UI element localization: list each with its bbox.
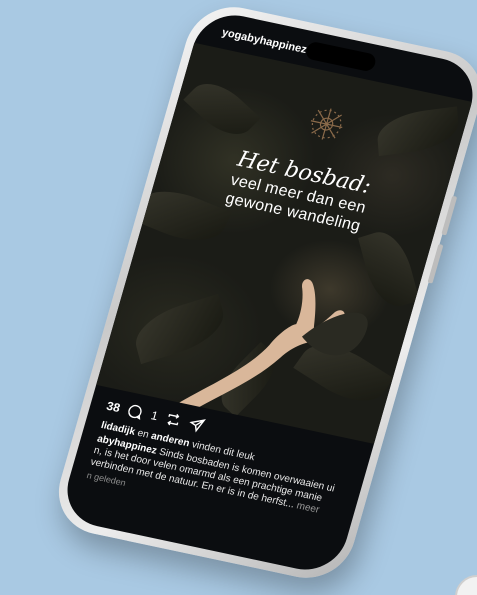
comment-icon[interactable] (126, 402, 146, 421)
liked-by-joiner: en (136, 427, 150, 441)
hand-holding-leaf-image (173, 279, 368, 419)
phone-mockup: yogabyhappinez Het bosbad: veel meer dan… (47, 0, 477, 587)
leaf-shape (375, 106, 460, 157)
repost-icon[interactable] (163, 410, 183, 429)
corner-button[interactable] (455, 575, 477, 595)
brand-logo-icon (310, 108, 343, 140)
post-image[interactable]: Het bosbad: veel meer dan een gewone wan… (96, 42, 473, 444)
share-icon[interactable] (187, 415, 207, 434)
likes-count[interactable]: 38 (105, 399, 122, 415)
comments-count[interactable]: 1 (149, 408, 159, 423)
scene: yogabyhappinez Het bosbad: veel meer dan… (0, 0, 477, 595)
leaf-shape (183, 71, 261, 147)
